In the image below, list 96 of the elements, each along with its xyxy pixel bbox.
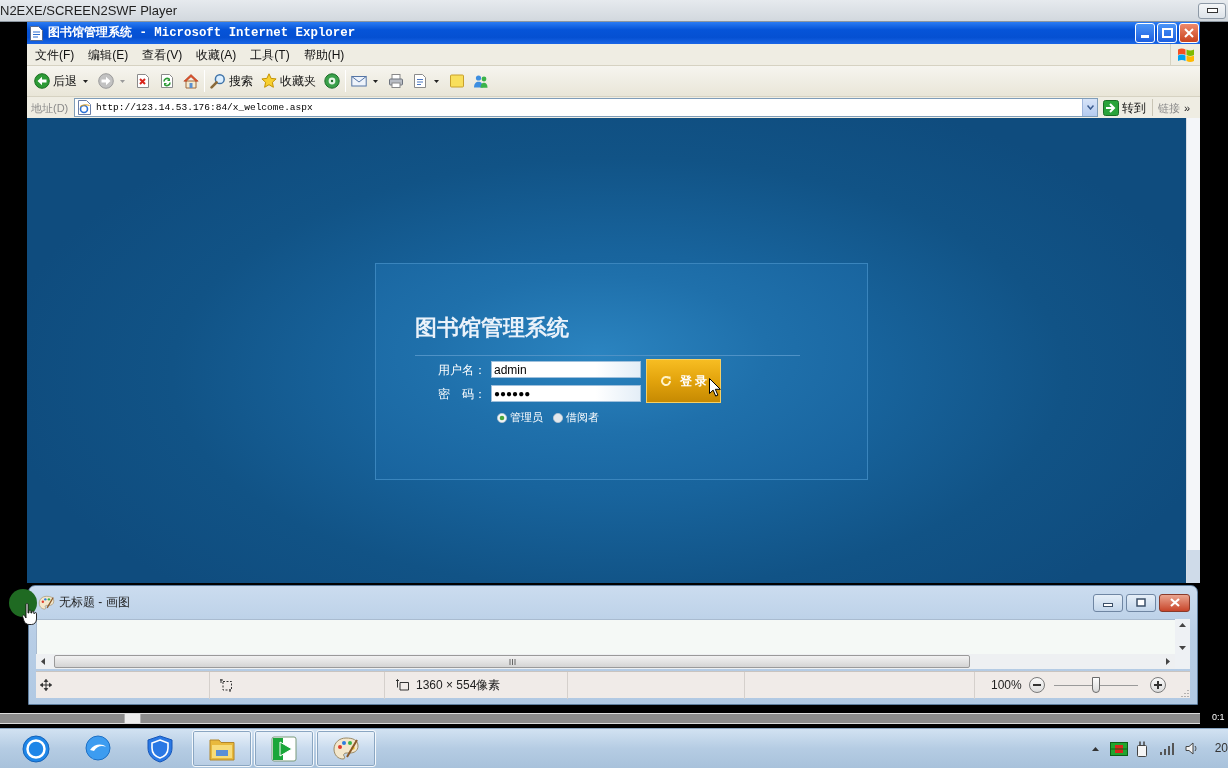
maximize-icon	[1161, 28, 1173, 38]
search-button[interactable]: 搜索	[208, 69, 255, 93]
field-label: 用户名：	[437, 362, 486, 377]
player-title: N2EXE/SCREEN2SWF Player	[0, 2, 177, 19]
menu-item[interactable]: 文件(F)	[31, 44, 79, 65]
menu-item[interactable]: 收藏(A)	[192, 44, 241, 65]
go-arrow-icon	[1103, 99, 1119, 116]
refresh-page-icon	[159, 73, 175, 89]
back-button[interactable]: 后退	[32, 69, 79, 93]
star-icon	[261, 73, 277, 89]
ring-icon	[22, 734, 50, 763]
window-title: 图书馆管理系统 - Microsoft Internet Explorer	[48, 25, 356, 41]
plus-icon	[1153, 681, 1162, 689]
home-icon	[183, 73, 199, 89]
zoom-out-button[interactable]	[1028, 677, 1045, 693]
close-button[interactable]	[1159, 593, 1190, 612]
page-icon	[77, 100, 92, 115]
zoom-in-button[interactable]	[1149, 677, 1166, 693]
minimize-icon	[1141, 35, 1149, 38]
seek-thumb[interactable]	[124, 714, 141, 723]
grip-icon	[508, 658, 516, 665]
taskbar-app-button[interactable]	[254, 730, 314, 767]
arrow-cursor-icon	[709, 378, 721, 397]
page-icon	[30, 25, 43, 41]
maximize-button[interactable]	[1126, 593, 1156, 612]
caret-icon[interactable]	[434, 79, 439, 83]
caret-icon[interactable]	[373, 79, 378, 83]
menu-item[interactable]: 查看(V)	[138, 44, 187, 65]
right-arrow-icon[interactable]	[1165, 658, 1170, 665]
minimize-icon	[1103, 602, 1113, 607]
media-icon	[324, 73, 340, 89]
username-field[interactable]: admin	[491, 361, 641, 378]
password-field[interactable]: ●●●●●●	[491, 385, 641, 402]
resize-grip-icon[interactable]	[1181, 688, 1189, 697]
speaker-icon[interactable]	[1184, 742, 1198, 755]
maximize-icon	[1136, 598, 1146, 607]
favorites-button[interactable]: 收藏夹	[259, 69, 318, 93]
palette-icon	[38, 594, 55, 611]
taskbar-app-button[interactable]	[192, 730, 252, 767]
refresh-arrow-icon	[659, 375, 672, 387]
address-label: 地址(D)	[30, 100, 70, 115]
shield-icon	[146, 734, 174, 763]
zoom-slider[interactable]	[1053, 677, 1138, 693]
login-title: 图书馆管理系统	[415, 314, 569, 342]
more-button[interactable]: »	[1184, 100, 1191, 115]
resize-icon	[396, 678, 409, 692]
left-arrow-icon[interactable]	[41, 658, 45, 665]
move-icon	[40, 679, 52, 691]
caret-icon[interactable]	[83, 79, 88, 83]
slider-thumb[interactable]	[1091, 677, 1100, 693]
go-button[interactable]: 转到	[1103, 98, 1146, 117]
up-caret-icon[interactable]	[1091, 746, 1099, 751]
close-icon	[1184, 28, 1194, 38]
search-icon	[210, 73, 226, 89]
bubble-icon	[84, 734, 112, 763]
menu-item[interactable]: 工具(T)	[246, 44, 294, 65]
window-title: 无标题 - 画图	[59, 595, 130, 610]
address-dropdown-button[interactable]	[1082, 99, 1097, 116]
minus-icon	[1032, 684, 1041, 686]
scrollbar-thumb[interactable]	[54, 655, 970, 668]
url-text: http://123.14.53.176:84/x_welcome.aspx	[96, 101, 313, 114]
forward-arrow-icon	[98, 73, 114, 89]
device-icon[interactable]	[1135, 740, 1148, 757]
flag-icon	[1176, 46, 1195, 63]
palette-icon	[332, 734, 360, 763]
back-arrow-icon	[34, 73, 50, 89]
minimize-button[interactable]	[1093, 593, 1123, 612]
play-tile-icon	[270, 734, 298, 763]
up-arrow-icon[interactable]	[1179, 623, 1186, 627]
stop-page-icon	[135, 73, 151, 89]
people-icon	[473, 73, 489, 89]
selection-icon	[220, 678, 233, 692]
close-icon	[1169, 598, 1180, 607]
printer-icon	[388, 73, 404, 89]
zoom-level-text: 100%	[991, 677, 1022, 693]
caret-icon	[1086, 105, 1094, 110]
hand-cursor-icon	[22, 603, 37, 625]
menu-item[interactable]: 编辑(E)	[84, 44, 133, 65]
field-label: 密 码：	[437, 386, 486, 401]
playback-time: 0:1	[1212, 712, 1225, 723]
flag-icon[interactable]	[1109, 741, 1128, 756]
minimize-icon	[1206, 8, 1218, 13]
role-radio[interactable]: 借阅者	[553, 411, 599, 424]
image-size-text: 1360 × 554像素	[416, 677, 501, 693]
seek-track[interactable]	[0, 713, 1200, 724]
signal-bars-icon[interactable]	[1159, 742, 1174, 755]
taskbar-app-button[interactable]	[316, 730, 376, 767]
document-icon	[412, 73, 428, 89]
clock-text: 20	[1214, 741, 1228, 756]
menu-item[interactable]: 帮助(H)	[299, 44, 349, 65]
mail-icon	[351, 73, 367, 89]
role-radio[interactable]: 管理员	[497, 411, 543, 424]
down-arrow-icon[interactable]	[1179, 646, 1186, 650]
address-field[interactable]: http://123.14.53.176:84/x_welcome.aspx	[74, 98, 1098, 117]
note-icon	[449, 73, 465, 89]
minimize-button[interactable]	[1198, 2, 1226, 19]
